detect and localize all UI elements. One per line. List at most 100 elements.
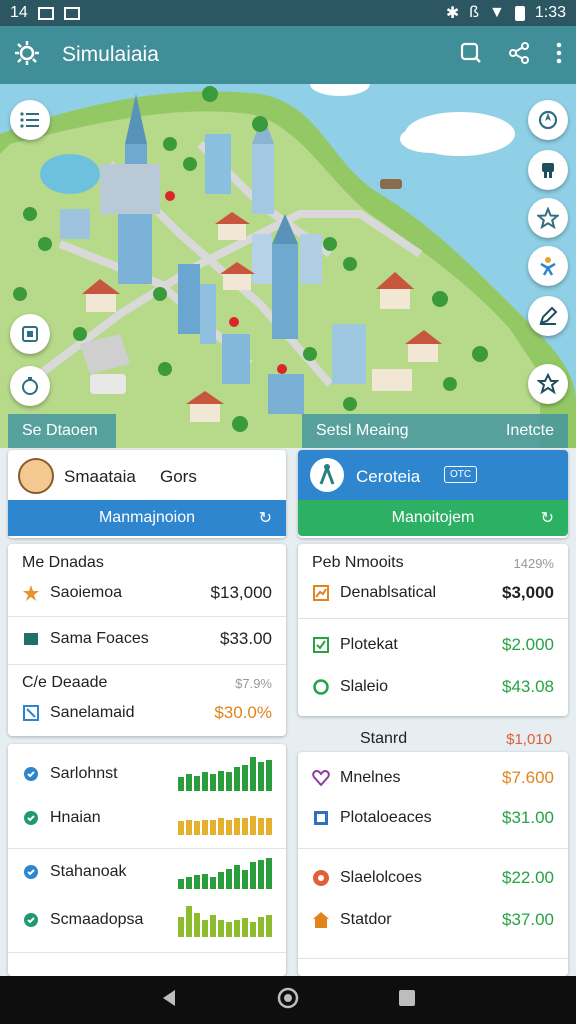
chart-icon: [22, 630, 40, 648]
stand-label: Stanrd: [360, 730, 408, 747]
bar: [218, 771, 224, 791]
stats-row[interactable]: Scmaadopsa: [8, 902, 286, 938]
edit-button[interactable]: [528, 296, 568, 336]
bar: [226, 869, 232, 889]
bar: [258, 762, 264, 791]
manage-button-right[interactable]: Manoitojem ↻: [298, 500, 568, 536]
divider: [298, 618, 568, 619]
stats-value: $37.00: [502, 910, 554, 929]
settings-button[interactable]: [528, 364, 568, 404]
list-menu-button[interactable]: [10, 100, 50, 140]
row-label: Slaleio: [340, 678, 389, 695]
bar: [202, 874, 208, 889]
citizen-button[interactable]: [528, 246, 568, 286]
search-icon[interactable]: [460, 42, 482, 69]
bar: [266, 760, 272, 791]
bar: [194, 913, 200, 937]
gear-icon: [537, 373, 559, 395]
star-burst-icon: [22, 584, 40, 602]
favorites-button[interactable]: [528, 198, 568, 238]
bar-chart: [178, 801, 272, 835]
stats-row[interactable]: Plotaloeaces $31.00: [298, 802, 568, 834]
strip-left-label: Se Dtaoen: [22, 422, 98, 439]
list-row[interactable]: Denablsatical $3,000: [298, 578, 568, 608]
bar: [218, 872, 224, 889]
list-right-header: Peb Nmooits 1429%: [298, 552, 568, 574]
bar-chart: [178, 855, 272, 889]
status-time-left: 14: [10, 4, 28, 21]
bookmark-icon: [22, 326, 38, 342]
status-time-right: 1:33: [534, 4, 566, 21]
system-nav-bar: [0, 976, 576, 1024]
bar: [186, 877, 192, 889]
card-left-extra: Gors: [160, 467, 197, 486]
overflow-menu-icon[interactable]: [556, 42, 562, 69]
vibrate-icon: ß: [469, 4, 480, 21]
timer-button[interactable]: [10, 366, 50, 406]
divider: [8, 616, 286, 617]
stats-row[interactable]: Statdor $37.00: [298, 904, 568, 936]
app-title: Simulaiaia: [62, 43, 159, 66]
bar: [186, 906, 192, 937]
bar: [250, 816, 256, 835]
sun-gear-icon[interactable]: [14, 40, 40, 71]
bar: [210, 915, 216, 937]
home-icon[interactable]: [277, 987, 299, 1014]
list-row[interactable]: Saoiemoa $13,000: [8, 578, 286, 608]
build-button[interactable]: [528, 150, 568, 190]
stats-label: Scmaadopsa: [50, 911, 144, 928]
city-map-illustration: [0, 84, 576, 456]
stats-row[interactable]: Mnelnes $7.600: [298, 762, 568, 794]
bar: [266, 915, 272, 937]
divider: [8, 848, 286, 849]
stats-row[interactable]: Stahanoak: [8, 854, 286, 890]
row-label: Saoiemoa: [50, 584, 123, 601]
bar: [234, 818, 240, 835]
bar: [194, 776, 200, 791]
stats-row[interactable]: Sarlohnst: [8, 756, 286, 792]
share-icon[interactable]: [508, 41, 530, 69]
divider: [298, 958, 568, 959]
city-map[interactable]: [0, 84, 576, 456]
district-logo-icon: [310, 458, 344, 492]
refresh-icon: ↻: [258, 510, 272, 527]
back-icon[interactable]: [159, 988, 179, 1013]
stand-row: Stanrd $1,010: [306, 728, 566, 750]
person-icon: [540, 257, 556, 276]
heart-icon: [312, 769, 330, 787]
tool-icon: [542, 163, 554, 178]
list-row[interactable]: Plotekat $2.000: [298, 630, 568, 660]
recents-icon[interactable]: [397, 988, 417, 1013]
bar-chart: [178, 757, 272, 791]
list-row[interactable]: Sanelamaid $30.0%: [8, 698, 286, 728]
map-strip-right: Setsl Meaing Inetcte: [302, 414, 568, 448]
bar: [202, 772, 208, 791]
stats-label: Sarlohnst: [50, 765, 118, 782]
bar: [258, 818, 264, 835]
list-row[interactable]: Sama Foaces $33.00: [8, 624, 286, 654]
pencil-icon: [539, 306, 558, 325]
list-row[interactable]: Slaleio $43.08: [298, 672, 568, 702]
budget-list-right: Peb Nmooits 1429% Denablsatical $3,000 P…: [298, 544, 568, 716]
row-value: $33.00: [220, 629, 272, 648]
manage-button-left[interactable]: Manmajnoion ↻: [8, 500, 286, 536]
navigate-button[interactable]: [528, 100, 568, 140]
house-icon: [312, 911, 330, 929]
bar: [234, 865, 240, 889]
square-icon: [312, 809, 330, 827]
list-left-header1: Me Dnadas: [8, 552, 286, 574]
check-circle-icon: [22, 911, 40, 929]
stats-row[interactable]: Hnaian: [8, 800, 286, 836]
save-map-button[interactable]: [10, 314, 50, 354]
list-left-header1-label: Me Dnadas: [22, 554, 104, 571]
stand-value: $1,010: [506, 730, 552, 748]
divider: [8, 664, 286, 665]
stats-row[interactable]: Slaelolcoes $22.00: [298, 862, 568, 894]
tool-icon: [22, 704, 40, 722]
list-left-header2-label: C/e Deaade: [22, 674, 108, 691]
row-label: Sanelamaid: [50, 704, 135, 721]
strip-center-label: Setsl Meaing: [316, 422, 409, 439]
map-strip-left: Se Dtaoen: [8, 414, 116, 448]
bar: [242, 918, 248, 937]
bar: [218, 920, 224, 937]
